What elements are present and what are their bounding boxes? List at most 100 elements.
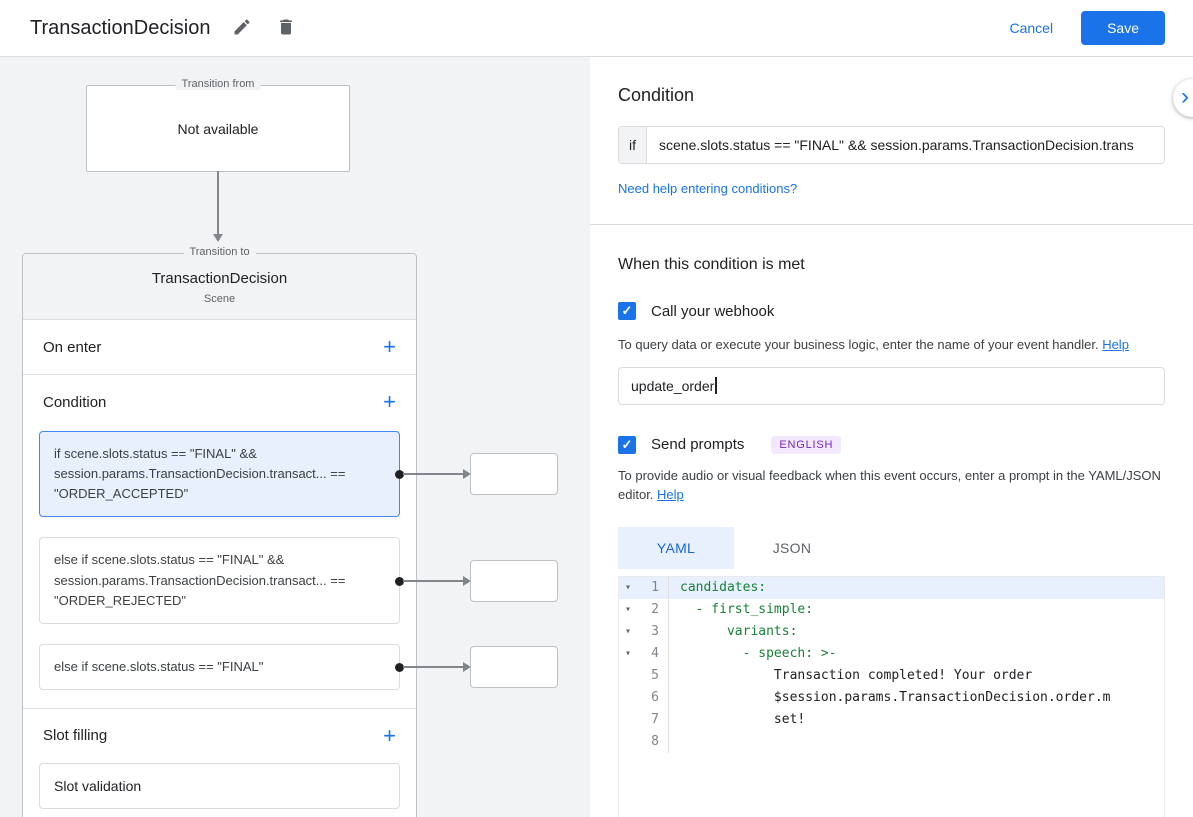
- webhook-help-link[interactable]: Help: [1102, 337, 1129, 352]
- condition-expression-row: if: [618, 126, 1165, 164]
- prompts-checkbox-checked-icon[interactable]: ✓: [618, 436, 636, 454]
- delete-scene-button[interactable]: [274, 16, 298, 40]
- line-number: 5: [637, 665, 668, 687]
- add-slot-button[interactable]: +: [383, 726, 396, 746]
- transition-target-node-2[interactable]: [470, 560, 558, 602]
- condition-expression-input[interactable]: [647, 127, 1164, 163]
- editor-line: 8: [619, 731, 1164, 753]
- code-text[interactable]: candidates:: [669, 577, 1164, 599]
- pencil-icon: [232, 17, 252, 40]
- editor-line: ▾1 candidates:: [619, 577, 1164, 599]
- call-webhook-label: Call your webhook: [651, 303, 774, 320]
- send-prompts-label: Send prompts: [651, 436, 744, 453]
- fold-arrow-icon[interactable]: ▾: [619, 577, 637, 599]
- send-prompts-row: ✓ Send prompts ENGLISH: [618, 436, 1165, 454]
- condition-card-2[interactable]: else if scene.slots.status == "FINAL" &&…: [39, 537, 400, 623]
- code-text[interactable]: - first_simple:: [669, 599, 1164, 621]
- top-bar: TransactionDecision Cancel Save: [0, 0, 1193, 57]
- webhook-handler-value: update_order: [631, 378, 714, 394]
- code-text[interactable]: - speech: >-: [669, 643, 1164, 665]
- code-text[interactable]: [669, 731, 1164, 753]
- editor-line: ▾4 - speech: >-: [619, 643, 1164, 665]
- scene-node-header: TransactionDecision Scene: [23, 254, 416, 320]
- cancel-button[interactable]: Cancel: [1009, 20, 1053, 36]
- prompts-help-link[interactable]: Help: [657, 487, 684, 502]
- editor-line: ▾3 variants:: [619, 621, 1164, 643]
- editor-line: 5 Transaction completed! Your order: [619, 665, 1164, 687]
- fold-arrow-icon[interactable]: ▾: [619, 599, 637, 621]
- condition-card-list: if scene.slots.status == "FINAL" && sess…: [23, 429, 416, 708]
- edit-title-button[interactable]: [230, 16, 254, 40]
- scene-name: TransactionDecision: [35, 270, 404, 287]
- line-number: 4: [637, 643, 668, 665]
- transition-target-node-1[interactable]: [470, 453, 558, 495]
- when-condition-met-title: When this condition is met: [618, 256, 1165, 274]
- editor-line: 6 $session.params.TransactionDecision.or…: [619, 687, 1164, 709]
- code-text[interactable]: variants:: [669, 621, 1164, 643]
- code-text[interactable]: Transaction completed! Your order: [669, 665, 1164, 687]
- transition-arrow-line: [217, 171, 219, 234]
- plus-icon: +: [383, 723, 396, 748]
- plus-icon: +: [383, 334, 396, 359]
- call-webhook-row: ✓ Call your webhook: [618, 302, 1165, 320]
- slot-validation-card[interactable]: Slot validation: [39, 763, 400, 809]
- scene-node: Transition to TransactionDecision Scene …: [22, 253, 417, 817]
- panel-title: Condition: [618, 57, 1165, 106]
- tab-yaml[interactable]: YAML: [618, 527, 734, 569]
- line-number: 1: [637, 577, 668, 599]
- transition-to-label: Transition to: [183, 246, 255, 258]
- fold-arrow-icon[interactable]: ▾: [619, 643, 637, 665]
- connector-line: [403, 580, 465, 582]
- trash-icon: [276, 17, 296, 40]
- conditions-help-link[interactable]: Need help entering conditions?: [618, 181, 797, 196]
- scene-type-label: Scene: [35, 293, 404, 305]
- add-on-enter-button[interactable]: +: [383, 337, 396, 357]
- if-prefix-label: if: [619, 127, 647, 163]
- condition-detail-panel: › Condition if Need help entering condit…: [590, 57, 1193, 817]
- page-title: TransactionDecision: [30, 17, 210, 40]
- prompt-code-editor[interactable]: ▾1 candidates: ▾2 - first_simple: ▾3 var…: [618, 576, 1165, 817]
- condition-card-3[interactable]: else if scene.slots.status == "FINAL": [39, 644, 400, 690]
- on-enter-section: On enter +: [23, 320, 416, 374]
- slot-filling-label: Slot filling: [43, 727, 107, 744]
- scene-flow-canvas: Transition from Not available Transition…: [0, 57, 590, 817]
- code-text[interactable]: $session.params.TransactionDecision.orde…: [669, 687, 1164, 709]
- line-number: 2: [637, 599, 668, 621]
- line-number: 3: [637, 621, 668, 643]
- transition-from-node: Transition from Not available: [86, 85, 350, 172]
- condition-section: Condition +: [23, 375, 416, 429]
- save-button[interactable]: Save: [1081, 11, 1165, 45]
- fold-arrow-icon[interactable]: ▾: [619, 621, 637, 643]
- panel-divider: [590, 224, 1193, 225]
- chevron-right-icon: ›: [1181, 83, 1189, 111]
- language-badge: ENGLISH: [771, 436, 841, 454]
- connector-line: [403, 666, 465, 668]
- text-caret: [715, 377, 717, 394]
- condition-text: if scene.slots.status == "FINAL" && sess…: [54, 446, 345, 501]
- transition-from-value: Not available: [178, 121, 259, 137]
- transition-target-node-3[interactable]: [470, 646, 558, 688]
- line-number: 7: [637, 709, 668, 731]
- condition-section-label: Condition: [43, 394, 106, 411]
- condition-text: else if scene.slots.status == "FINAL": [54, 659, 263, 674]
- transition-from-label: Transition from: [176, 78, 261, 90]
- webhook-description-text: To query data or execute your business l…: [618, 337, 1102, 352]
- webhook-handler-input[interactable]: update_order: [618, 367, 1165, 405]
- add-condition-button[interactable]: +: [383, 392, 396, 412]
- plus-icon: +: [383, 389, 396, 414]
- on-enter-label: On enter: [43, 339, 101, 356]
- line-number: 6: [637, 687, 668, 709]
- slot-filling-section: Slot filling +: [23, 709, 416, 763]
- webhook-checkbox-checked-icon[interactable]: ✓: [618, 302, 636, 320]
- editor-format-tabs: YAML JSON: [618, 527, 1165, 569]
- prompts-description: To provide audio or visual feedback when…: [618, 466, 1165, 505]
- line-number: 8: [637, 731, 668, 753]
- webhook-description: To query data or execute your business l…: [618, 335, 1165, 355]
- prompts-description-text: To provide audio or visual feedback when…: [618, 468, 1161, 503]
- condition-card-1[interactable]: if scene.slots.status == "FINAL" && sess…: [39, 431, 400, 517]
- tab-json[interactable]: JSON: [734, 527, 850, 569]
- editor-line: 7 set!: [619, 709, 1164, 731]
- connector-line: [403, 473, 465, 475]
- condition-text: else if scene.slots.status == "FINAL" &&…: [54, 552, 345, 607]
- code-text[interactable]: set!: [669, 709, 1164, 731]
